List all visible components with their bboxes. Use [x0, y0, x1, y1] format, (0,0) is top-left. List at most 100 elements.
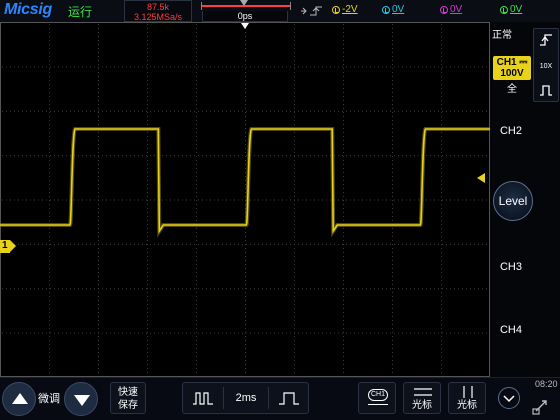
grid-dot [196, 192, 197, 193]
grid-dot [98, 72, 99, 73]
grid-dot [49, 72, 50, 73]
trigger-level-marker[interactable] [477, 173, 485, 183]
grid-dot [354, 288, 355, 290]
grid-dot [392, 372, 393, 373]
grid-dot [394, 288, 395, 290]
fine-adjust-label: 微调 [38, 393, 60, 405]
trigger-time-marker[interactable] [241, 23, 249, 29]
grid-dot [441, 320, 442, 321]
grid-dot [343, 232, 344, 233]
grid-dot [441, 296, 442, 297]
grid-dot [278, 155, 279, 157]
grid-dot [130, 110, 131, 112]
grid-dot [230, 110, 231, 112]
quick-save-button[interactable]: 快速 保存 [110, 382, 146, 414]
grid-dot [147, 32, 148, 33]
waveform-display[interactable] [0, 22, 490, 377]
grid-dot [54, 332, 55, 334]
trigger-mode[interactable]: 正常 [492, 26, 512, 41]
grid-dot [326, 288, 327, 290]
grid-dot [294, 224, 295, 225]
grid-dot [98, 136, 99, 137]
ch3-trigger-level[interactable]: 0V [440, 4, 462, 15]
grid-dot [78, 199, 79, 201]
grid-dot [198, 199, 199, 201]
grid-dot [330, 66, 331, 68]
fine-up-button[interactable] [2, 382, 36, 416]
grid-dot [118, 66, 119, 68]
timebase-increase-button[interactable] [269, 383, 309, 413]
grid-dot [343, 352, 344, 353]
ch4-button[interactable]: CH4 [493, 321, 529, 339]
grid-dot [142, 155, 143, 157]
ch1-select-button[interactable]: CH1 [358, 382, 396, 414]
grid-dot [302, 155, 303, 157]
grid-dot [147, 84, 148, 85]
probe-panel[interactable]: 10X [533, 28, 559, 102]
horizontal-cursor-button[interactable]: 光标 [403, 382, 441, 414]
grid-dot [196, 296, 197, 297]
grid-dot [245, 112, 246, 113]
grid-dot [50, 66, 51, 68]
run-stop-status[interactable]: 运行 [68, 3, 92, 20]
grid-dot [434, 288, 435, 290]
grid-dot [26, 332, 27, 334]
grid-dot [392, 320, 393, 321]
grid-dot [162, 199, 163, 201]
ch1-marker-label: 1 [2, 240, 8, 251]
grid-dot [343, 300, 344, 301]
expand-menu-button[interactable] [498, 387, 520, 409]
grid-dot [441, 260, 442, 261]
level-button[interactable]: Level [493, 181, 533, 221]
horizontal-position[interactable]: 0ps [202, 11, 288, 22]
acquisition-info[interactable]: 87.5k 3.125MSa/s [124, 0, 192, 22]
grid-dot [294, 120, 295, 121]
ch4-trigger-level[interactable]: 0V [500, 4, 522, 15]
ch3-button[interactable]: CH3 [493, 258, 529, 276]
ch1-trigger-level[interactable]: -2V [332, 4, 358, 15]
grid-dot [202, 155, 203, 157]
grid-dot [98, 284, 99, 285]
grid-dot [214, 288, 215, 290]
grid-dot [154, 288, 155, 290]
grid-dot [392, 24, 393, 25]
grid-dot [196, 164, 197, 165]
grid-dot [343, 144, 344, 145]
grid-dot [196, 364, 197, 365]
grid-dot [98, 124, 99, 125]
grid-dot [250, 66, 251, 68]
grid-dot [49, 148, 50, 149]
vertical-cursor-button[interactable]: 光标 [448, 382, 486, 414]
grid-dot [294, 56, 295, 57]
ch1-settings-chip[interactable]: CH1 ⎓ 100V [493, 56, 531, 80]
grid-dot [196, 276, 197, 277]
grid-dot [196, 372, 197, 373]
grid-dot [258, 199, 259, 201]
ch2-trigger-level[interactable]: 0V [382, 4, 404, 15]
trigger-edge-icon[interactable] [300, 5, 328, 17]
grid-dot [147, 104, 148, 105]
grid-dot [46, 199, 47, 201]
grid-dot [98, 328, 99, 329]
fine-down-button[interactable] [64, 382, 98, 416]
grid-dot [147, 156, 148, 157]
grid-dot [394, 110, 395, 112]
grid-dot [330, 332, 331, 334]
timebase-display[interactable]: 2ms [224, 383, 268, 413]
grid-dot [98, 320, 99, 321]
grid-dot [49, 356, 50, 357]
grid-dot [147, 332, 148, 333]
grid-dot [118, 199, 119, 201]
grid-dot [98, 168, 99, 169]
grid-dot [441, 220, 442, 221]
grid-dot [245, 264, 246, 265]
ch1-offset-marker[interactable]: 1 [0, 240, 16, 253]
grid-dot [392, 128, 393, 129]
grid-dot [441, 64, 442, 65]
grid-dot [414, 332, 415, 334]
grid-dot [422, 243, 423, 245]
grid-dot [430, 199, 431, 201]
ch2-button[interactable]: CH2 [493, 122, 529, 140]
ch1-scale: 100V [500, 68, 524, 79]
timebase-decrease-button[interactable] [183, 383, 223, 413]
